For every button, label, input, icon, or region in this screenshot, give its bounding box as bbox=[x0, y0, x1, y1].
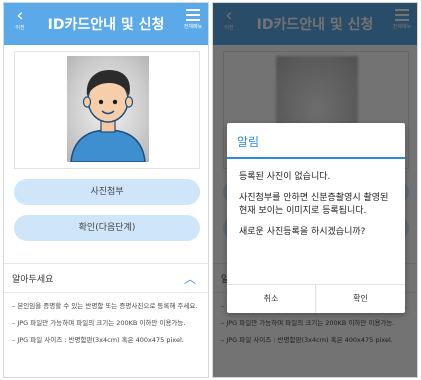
dialog-divider bbox=[227, 157, 405, 159]
alert-dialog: 알림 등록된 사진이 없습니다. 사진첨부를 안하면 신분증촬영시 촬영된 현재… bbox=[227, 123, 405, 313]
notice-title: 알아두세요 bbox=[12, 275, 54, 285]
attach-photo-button[interactable]: 사진첨부 bbox=[14, 179, 200, 205]
chevron-left-icon: ‹ bbox=[16, 5, 24, 26]
ok-button[interactable]: 확인 bbox=[316, 285, 405, 313]
back-button[interactable]: ‹ 이전 bbox=[10, 5, 30, 32]
dialog-line: 새로운 사진등록을 하시겠습니까? bbox=[239, 227, 366, 237]
app-header: ‹ 이전 ID카드안내 및 신청 전체메뉴 bbox=[4, 3, 208, 45]
dialog-line: 등록된 사진이 없습니다. bbox=[239, 172, 331, 182]
notice-item: – JPG 파일 사이즈 : 반명함판(3x4cm) 혹은 400x475 pi… bbox=[12, 336, 184, 344]
photo-frame bbox=[14, 51, 200, 169]
screen-id-card-apply-alert: ‹ 이전 ID카드안내 및 신청 전체메뉴 사진첨부 확인(다음단계) 알아두세… bbox=[212, 2, 418, 378]
dialog-title: 알림 bbox=[237, 135, 260, 149]
hamburger-icon bbox=[186, 9, 200, 21]
dialog-line: 사진첨부를 안하면 신분증촬영시 촬영된 현재 보이는 이미지로 등록됩니다. bbox=[239, 193, 389, 216]
notice-list: – 본인임을 증명할 수 있는 반명함 또는 증명사진으로 등록해 주세요. –… bbox=[12, 301, 200, 352]
menu-button[interactable]: 전체메뉴 bbox=[183, 9, 203, 30]
profile-photo-placeholder bbox=[67, 56, 149, 162]
back-caption: 이전 bbox=[15, 25, 25, 31]
screen-id-card-apply: ‹ 이전 ID카드안내 및 신청 전체메뉴 사진첨부 확인(다음단계) 알아두세… bbox=[3, 2, 209, 378]
cancel-button[interactable]: 취소 bbox=[227, 285, 316, 313]
confirm-next-button[interactable]: 확인(다음단계) bbox=[14, 215, 200, 241]
dialog-actions: 취소 확인 bbox=[227, 284, 405, 313]
avatar-icon bbox=[70, 70, 146, 162]
notice-accordion[interactable]: 알아두세요 ︿ bbox=[4, 263, 208, 293]
chevron-up-icon[interactable]: ︿ bbox=[184, 270, 196, 287]
page-title: ID카드안내 및 신청 bbox=[47, 17, 165, 33]
menu-caption: 전체메뉴 bbox=[183, 24, 203, 30]
notice-item: – 본인임을 증명할 수 있는 반명함 또는 증명사진으로 등록해 주세요. bbox=[12, 302, 198, 310]
dialog-message: 등록된 사진이 없습니다. 사진첨부를 안하면 신분증촬영시 촬영된 현재 보이… bbox=[239, 171, 397, 247]
notice-item: – JPG 파일만 가능하며 파일의 크기는 200KB 이하만 이용가능. bbox=[12, 319, 186, 327]
